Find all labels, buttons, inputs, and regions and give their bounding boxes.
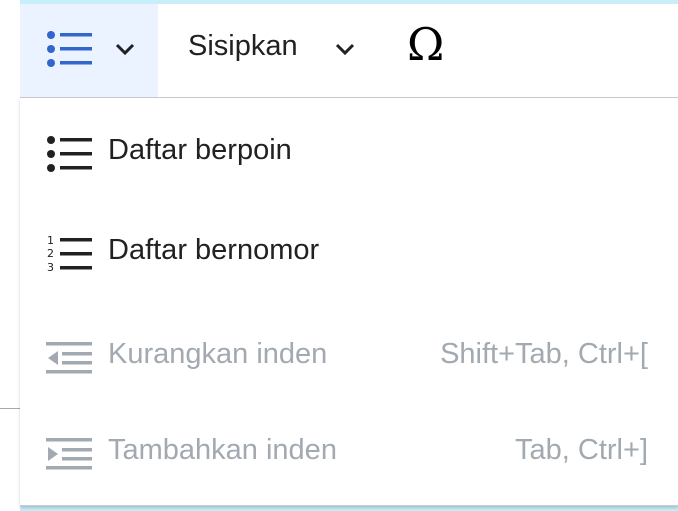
menu-item-shortcut: Shift+Tab, Ctrl+[	[440, 338, 648, 370]
list-dropdown-menu: Daftar berpoin 1 2 3 Daftar bernomor Kur…	[20, 98, 678, 506]
list-menu-button[interactable]	[20, 4, 158, 97]
editor-background	[0, 0, 20, 511]
special-character-button[interactable]: Ω	[395, 4, 465, 97]
menu-item-bullet-list[interactable]: Daftar berpoin	[20, 100, 678, 200]
menu-item-label: Tambahkan inden	[108, 434, 337, 466]
menu-item-numbered-list[interactable]: 1 2 3 Daftar bernomor	[20, 200, 678, 300]
menu-item-outdent[interactable]: Kurangkan inden Shift+Tab, Ctrl+[	[20, 304, 678, 404]
chevron-down-icon	[335, 42, 355, 61]
bullet-list-icon	[46, 134, 92, 179]
insert-button-label: Sisipkan	[188, 30, 298, 62]
menu-item-label: Daftar berpoin	[108, 134, 292, 166]
insert-menu-button[interactable]: Sisipkan	[172, 4, 370, 97]
editor-toolbar: Sisipkan Ω	[20, 4, 678, 98]
svg-text:1: 1	[47, 234, 54, 247]
chevron-down-icon	[115, 42, 135, 61]
menu-item-label: Daftar bernomor	[108, 234, 320, 266]
outdent-icon	[46, 338, 92, 383]
editor-divider	[0, 408, 20, 409]
svg-text:2: 2	[47, 247, 54, 260]
menu-item-indent[interactable]: Tambahkan inden Tab, Ctrl+]	[20, 400, 678, 500]
menu-item-label: Kurangkan inden	[108, 338, 328, 370]
menu-item-shortcut: Tab, Ctrl+]	[515, 434, 648, 466]
svg-text:3: 3	[47, 261, 54, 274]
indent-icon	[46, 434, 92, 479]
omega-icon: Ω	[407, 18, 445, 71]
numbered-list-icon: 1 2 3	[46, 234, 92, 279]
bullet-list-icon	[46, 27, 92, 76]
